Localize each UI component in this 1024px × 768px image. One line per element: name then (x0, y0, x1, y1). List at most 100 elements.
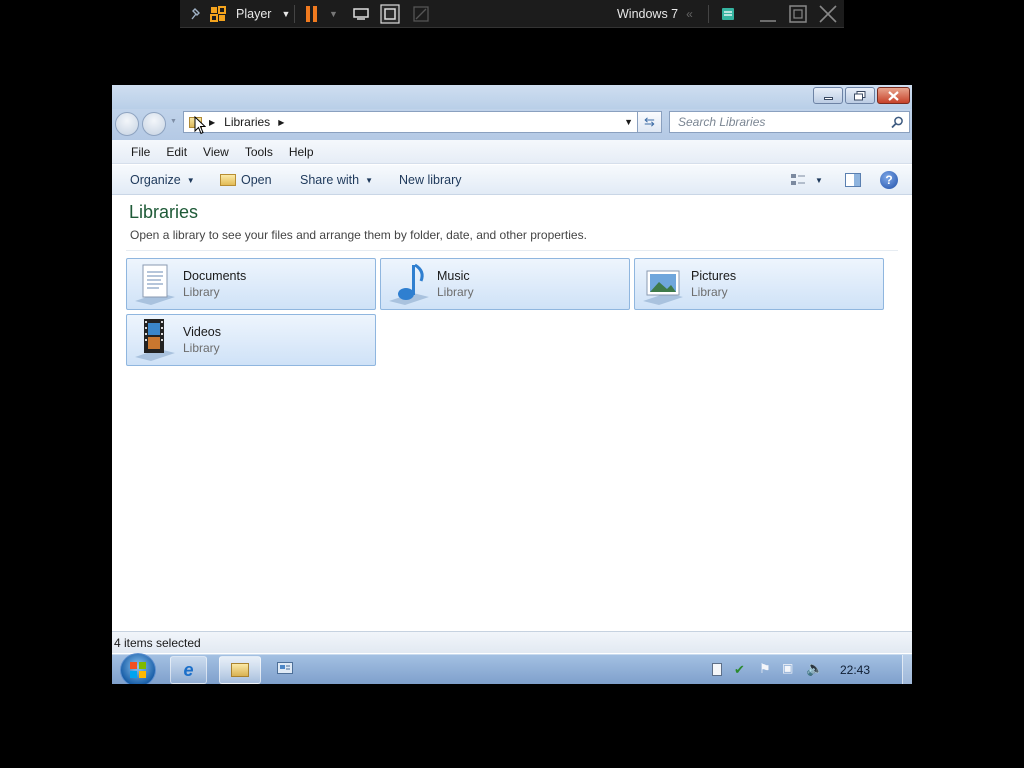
help-icon: ? (880, 171, 898, 189)
folder-icon (231, 663, 249, 677)
address-dropdown-icon[interactable]: ▼ (624, 117, 633, 127)
unity-button[interactable] (412, 0, 430, 28)
library-tile-videos[interactable]: Videos Library (126, 314, 376, 366)
library-type: Library (183, 341, 220, 355)
open-folder-icon (220, 174, 236, 186)
chevron-down-icon: ▼ (815, 175, 823, 185)
keyboard-icon (353, 8, 369, 20)
note-icon (722, 8, 734, 20)
library-name: Pictures (691, 269, 737, 283)
divider (294, 5, 295, 23)
taskbar-clock[interactable]: 22:43 (840, 655, 870, 684)
pause-button[interactable]: ▼ (306, 0, 338, 28)
start-button[interactable] (120, 653, 156, 684)
windows-logo-icon (130, 662, 146, 678)
library-name: Documents (183, 269, 247, 283)
taskbar-control-panel[interactable] (275, 659, 295, 679)
change-view-button[interactable]: ▼ (790, 165, 823, 195)
recent-pages-chevron-icon[interactable]: ▼ (170, 118, 177, 125)
open-button[interactable]: Open (220, 165, 272, 195)
library-name: Music (437, 269, 470, 283)
menu-bar: File Edit View Tools Help (112, 140, 912, 164)
window-close-button[interactable] (877, 87, 910, 104)
videos-library-icon (135, 319, 175, 361)
breadcrumb-chevron-icon[interactable]: ▶ (278, 118, 284, 127)
taskbar: e ✔ ⚑ ▣ 🔈 22:43 (112, 653, 912, 684)
search-box (669, 111, 910, 133)
music-library-icon (389, 263, 429, 305)
player-menu-button[interactable]: Player ▼ (210, 0, 290, 28)
help-button[interactable]: ? (880, 165, 898, 195)
vm-name-label: Windows 7 (617, 7, 679, 21)
notepad-tray-icon[interactable] (712, 663, 722, 676)
preview-pane-icon (845, 173, 861, 187)
library-tile-documents[interactable]: Documents Library (126, 258, 376, 310)
refresh-icon: ⇆ (644, 114, 655, 129)
close-icon (819, 5, 837, 23)
library-tile-music[interactable]: Music Library (380, 258, 630, 310)
send-ctrl-alt-del-button[interactable] (352, 0, 370, 28)
page-title: Libraries (129, 202, 199, 222)
close-icon (888, 90, 899, 101)
menu-view[interactable]: View (203, 145, 229, 159)
taskbar-windows-explorer[interactable] (219, 656, 261, 684)
menu-help[interactable]: Help (289, 145, 314, 159)
show-desktop-button[interactable] (902, 655, 912, 684)
library-type: Library (691, 285, 728, 299)
breadcrumb-libraries[interactable]: Libraries (224, 115, 270, 129)
breadcrumb-chevron-icon[interactable]: ▶ (209, 118, 215, 127)
restore-player-button[interactable] (788, 0, 808, 28)
chevron-down-icon: ▼ (365, 175, 373, 185)
organize-button[interactable]: Organize ▼ (130, 165, 195, 195)
status-text: 4 items selected (114, 635, 201, 650)
content-pane: Libraries Open a library to see your fil… (112, 196, 912, 631)
share-with-button[interactable]: Share with ▼ (300, 165, 373, 195)
minimize-player-button[interactable] (758, 0, 778, 28)
new-library-label: New library (399, 173, 462, 187)
divider (708, 5, 709, 23)
guest-screen: ▼ ▶ Libraries ▶ ▼ ⇆ File Edit View Tools… (112, 85, 912, 684)
menu-file[interactable]: File (131, 145, 150, 159)
chevron-down-icon: ▼ (281, 9, 291, 19)
search-icon[interactable] (891, 116, 904, 129)
command-bar: Organize ▼ Open Share with ▼ New library… (112, 165, 912, 195)
message-log-button[interactable] (720, 0, 736, 28)
restore-icon (789, 5, 807, 23)
window-minimize-button[interactable] (813, 87, 843, 104)
window-title-bar[interactable] (112, 85, 912, 109)
fullscreen-icon (380, 4, 400, 24)
restore-icon (854, 90, 866, 100)
preview-pane-button[interactable] (845, 165, 861, 195)
library-type: Library (437, 285, 474, 299)
close-player-button[interactable] (818, 0, 838, 28)
control-panel-icon (277, 662, 293, 674)
player-menu-label: Player (236, 7, 272, 21)
mouse-cursor (194, 116, 206, 135)
back-button[interactable] (115, 112, 139, 136)
new-library-button[interactable]: New library (399, 165, 462, 195)
window-restore-button[interactable] (845, 87, 875, 104)
chevron-down-icon: ▼ (329, 9, 338, 19)
view-options-icon (791, 174, 805, 185)
double-chevron-left-icon[interactable]: « (686, 7, 693, 21)
network-tray-icon[interactable]: ▣ (782, 661, 793, 675)
pin-icon[interactable] (184, 0, 210, 28)
open-label: Open (241, 173, 272, 187)
action-center-flag-icon[interactable]: ⚑ (759, 661, 771, 677)
menu-edit[interactable]: Edit (166, 145, 187, 159)
forward-button[interactable] (142, 112, 166, 136)
documents-library-icon (135, 264, 175, 305)
vmware-player-toolbar: Player ▼ ▼ Windows 7 « (180, 0, 844, 28)
taskbar-internet-explorer[interactable]: e (170, 656, 207, 684)
fullscreen-button[interactable] (380, 0, 400, 28)
organize-label: Organize (130, 173, 181, 187)
chevron-down-icon: ▼ (186, 175, 195, 185)
search-input[interactable] (670, 112, 885, 132)
address-bar[interactable]: ▶ Libraries ▶ ▼ (183, 111, 638, 133)
refresh-button[interactable]: ⇆ (638, 111, 662, 133)
menu-tools[interactable]: Tools (245, 145, 273, 159)
library-tile-pictures[interactable]: Pictures Library (634, 258, 884, 310)
divider (126, 250, 898, 251)
volume-tray-icon[interactable]: 🔈 (806, 660, 823, 677)
security-tray-icon[interactable]: ✔ (734, 662, 745, 678)
